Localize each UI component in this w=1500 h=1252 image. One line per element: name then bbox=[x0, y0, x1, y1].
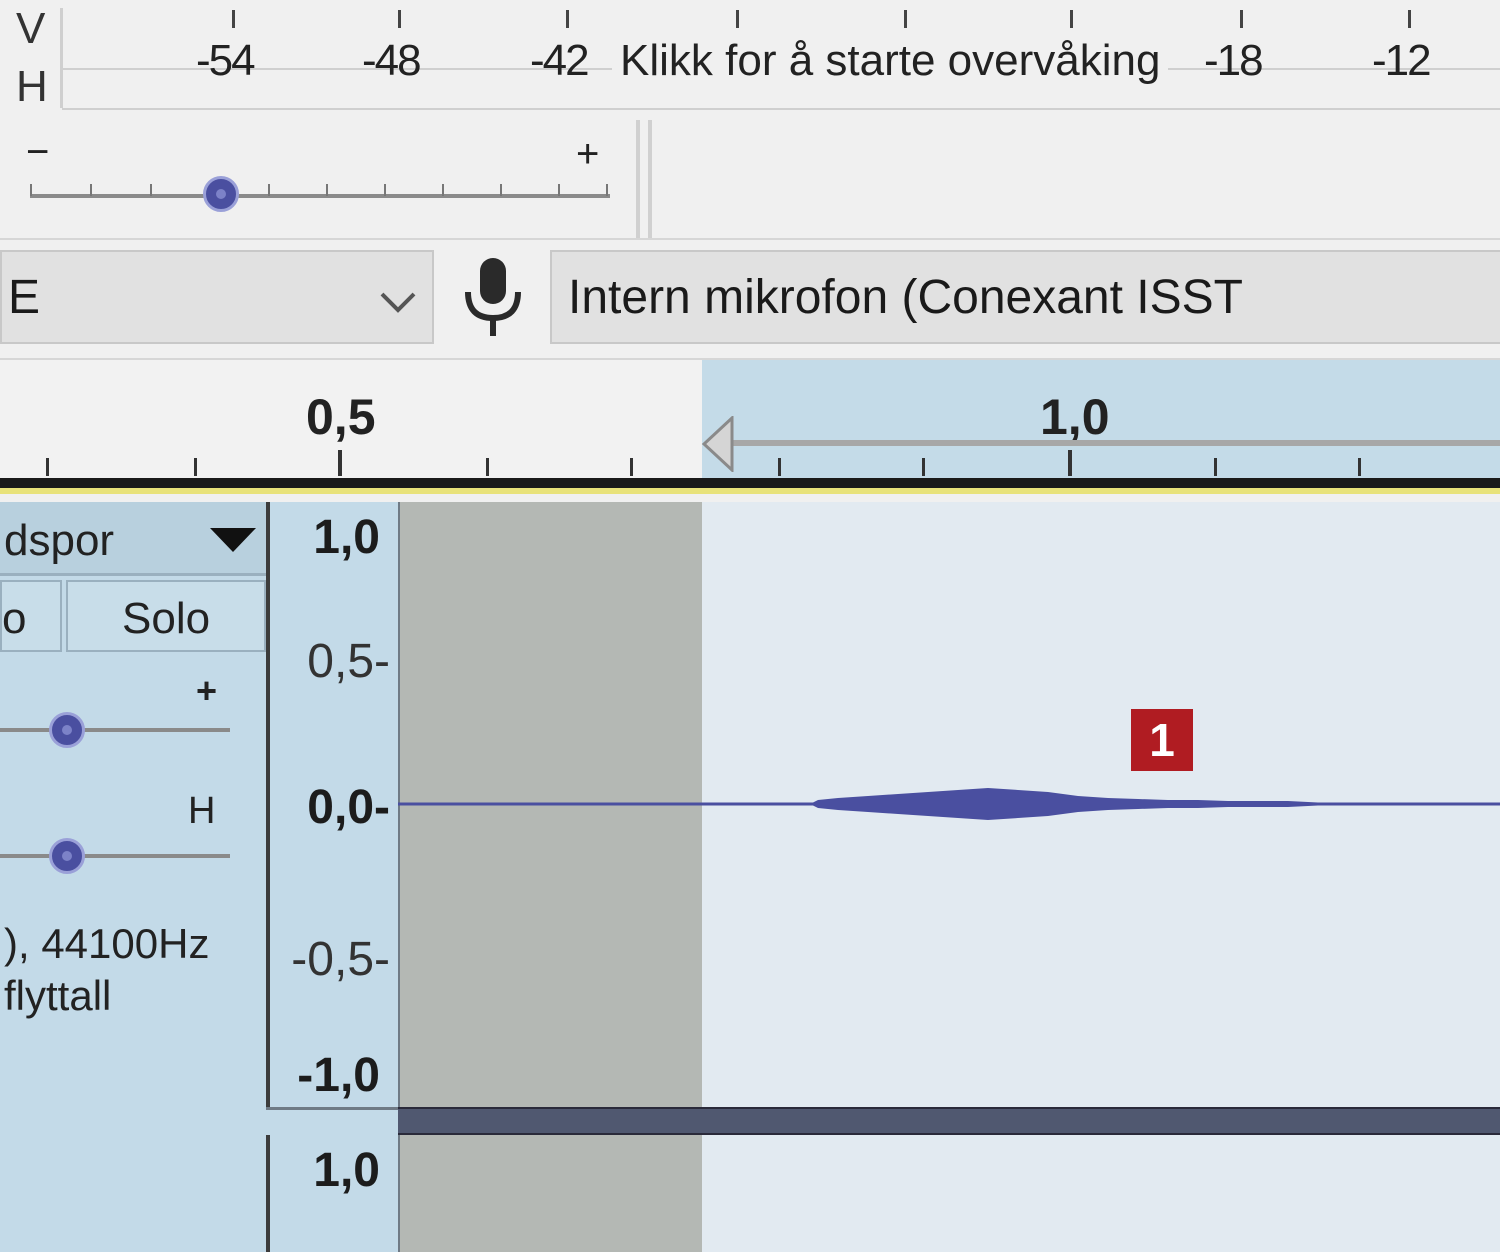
pan-slider-track[interactable] bbox=[0, 854, 230, 858]
track-separator-ruler bbox=[266, 1107, 400, 1135]
amplitude-label: -0,5- bbox=[291, 933, 390, 986]
ruler-tick bbox=[630, 458, 633, 476]
meter-divider bbox=[60, 8, 63, 108]
volume-plus-label: + bbox=[576, 132, 600, 176]
meter-tick-label: -42 bbox=[530, 36, 590, 85]
meter-bottom-line bbox=[62, 108, 1500, 110]
volume-slider-thumb[interactable] bbox=[203, 176, 239, 212]
track-name-menu[interactable]: dspor bbox=[0, 502, 266, 576]
ruler-tick bbox=[1358, 458, 1361, 476]
meter-tick-label: -48 bbox=[362, 36, 422, 85]
track-rate-info: ), 44100Hz bbox=[4, 920, 210, 967]
track-focus-border bbox=[0, 488, 1500, 494]
meter-tick-label: -12 bbox=[1372, 36, 1432, 85]
slider-tick bbox=[326, 184, 328, 196]
meter-tick bbox=[398, 10, 401, 28]
meter-tick-label: -54 bbox=[196, 36, 256, 85]
meter-tick bbox=[1240, 10, 1243, 28]
track-control-panel: dspor o Solo + H ), 44100Hz flyttall bbox=[0, 502, 270, 1252]
ruler-label: 1,0 bbox=[1040, 389, 1110, 445]
monitor-prompt[interactable]: Klikk for å starte overvåking bbox=[612, 36, 1169, 86]
meter-label-right: H bbox=[16, 62, 48, 111]
ruler-tick bbox=[778, 458, 781, 476]
toolbar-grip[interactable] bbox=[636, 120, 640, 238]
step-number-badge: 1 bbox=[1131, 709, 1193, 771]
mute-button[interactable]: o bbox=[0, 580, 62, 652]
ruler-tick bbox=[1214, 458, 1217, 476]
ruler-tick bbox=[194, 458, 197, 476]
volume-slider-track[interactable] bbox=[30, 194, 610, 198]
slider-tick bbox=[90, 184, 92, 196]
amplitude-ruler-lower[interactable]: 1,0 bbox=[270, 1135, 401, 1252]
solo-label: Solo bbox=[122, 594, 211, 643]
meter-tick-label: -18 bbox=[1204, 36, 1264, 85]
volume-minus-label: − bbox=[26, 130, 50, 174]
mute-label: o bbox=[2, 594, 27, 643]
meter-tick bbox=[1408, 10, 1411, 28]
recording-meter-toolbar: V H -54 -48 -42 Klikk for å starte overv… bbox=[0, 0, 1500, 122]
meter-tick bbox=[736, 10, 739, 28]
track-separator[interactable] bbox=[398, 1107, 1500, 1135]
amplitude-label: 1,0 bbox=[313, 1144, 380, 1197]
mixer-toolbar: − + bbox=[0, 120, 1500, 240]
slider-tick bbox=[384, 184, 386, 196]
meter-label-left: V bbox=[16, 4, 46, 53]
slider-tick bbox=[268, 184, 270, 196]
waveform-selected-region-lower[interactable] bbox=[702, 1135, 1500, 1252]
meter-tick bbox=[232, 10, 235, 28]
track-format-info: flyttall bbox=[4, 972, 112, 1019]
gain-slider-track[interactable] bbox=[0, 728, 230, 732]
audio-host-select[interactable]: E bbox=[0, 250, 434, 344]
waveform-unselected-region-lower[interactable] bbox=[400, 1135, 702, 1252]
recording-device-select[interactable]: Intern mikrofon (Conexant ISST bbox=[550, 250, 1500, 344]
track-top-border bbox=[0, 478, 1500, 488]
caret-down-icon bbox=[210, 528, 256, 552]
device-toolbar: E Intern mikrofon (Conexant ISST bbox=[0, 240, 1500, 360]
ruler-tick bbox=[338, 450, 342, 476]
amplitude-label: 0,0- bbox=[307, 781, 390, 834]
play-region-bar[interactable] bbox=[730, 440, 1500, 446]
meter-tick bbox=[904, 10, 907, 28]
chevron-down-icon bbox=[380, 292, 416, 313]
pan-slider-thumb[interactable] bbox=[49, 838, 85, 874]
pan-right-label: H bbox=[188, 790, 216, 832]
slider-tick bbox=[150, 184, 152, 196]
audio-host-value: E bbox=[8, 271, 41, 324]
gain-plus-label: + bbox=[196, 670, 218, 711]
slider-tick bbox=[500, 184, 502, 196]
meter-tick bbox=[1070, 10, 1073, 28]
amplitude-label: -1,0 bbox=[297, 1049, 380, 1102]
slider-tick bbox=[442, 184, 444, 196]
meter-tick bbox=[566, 10, 569, 28]
ruler-tick bbox=[46, 458, 49, 476]
ruler-tick bbox=[922, 458, 925, 476]
amplitude-ruler[interactable]: 1,0 0,5- 0,0- -0,5- -1,0 bbox=[270, 502, 401, 1107]
play-region-start-icon[interactable] bbox=[700, 416, 736, 472]
gain-slider-thumb[interactable] bbox=[49, 712, 85, 748]
recording-device-value: Intern mikrofon (Conexant ISST bbox=[568, 271, 1243, 324]
ruler-tick bbox=[486, 458, 489, 476]
slider-tick bbox=[558, 184, 560, 196]
track-name: dspor bbox=[4, 516, 115, 565]
ruler-label: 0,5 bbox=[306, 389, 376, 445]
amplitude-label: 1,0 bbox=[313, 511, 380, 564]
ruler-tick bbox=[1068, 450, 1072, 476]
toolbar-grip[interactable] bbox=[648, 120, 652, 238]
microphone-icon bbox=[465, 258, 521, 336]
amplitude-label: 0,5- bbox=[307, 635, 390, 688]
slider-tick bbox=[30, 184, 32, 196]
slider-tick bbox=[606, 184, 608, 196]
waveform[interactable] bbox=[398, 502, 1500, 1107]
solo-button[interactable]: Solo bbox=[66, 580, 266, 652]
